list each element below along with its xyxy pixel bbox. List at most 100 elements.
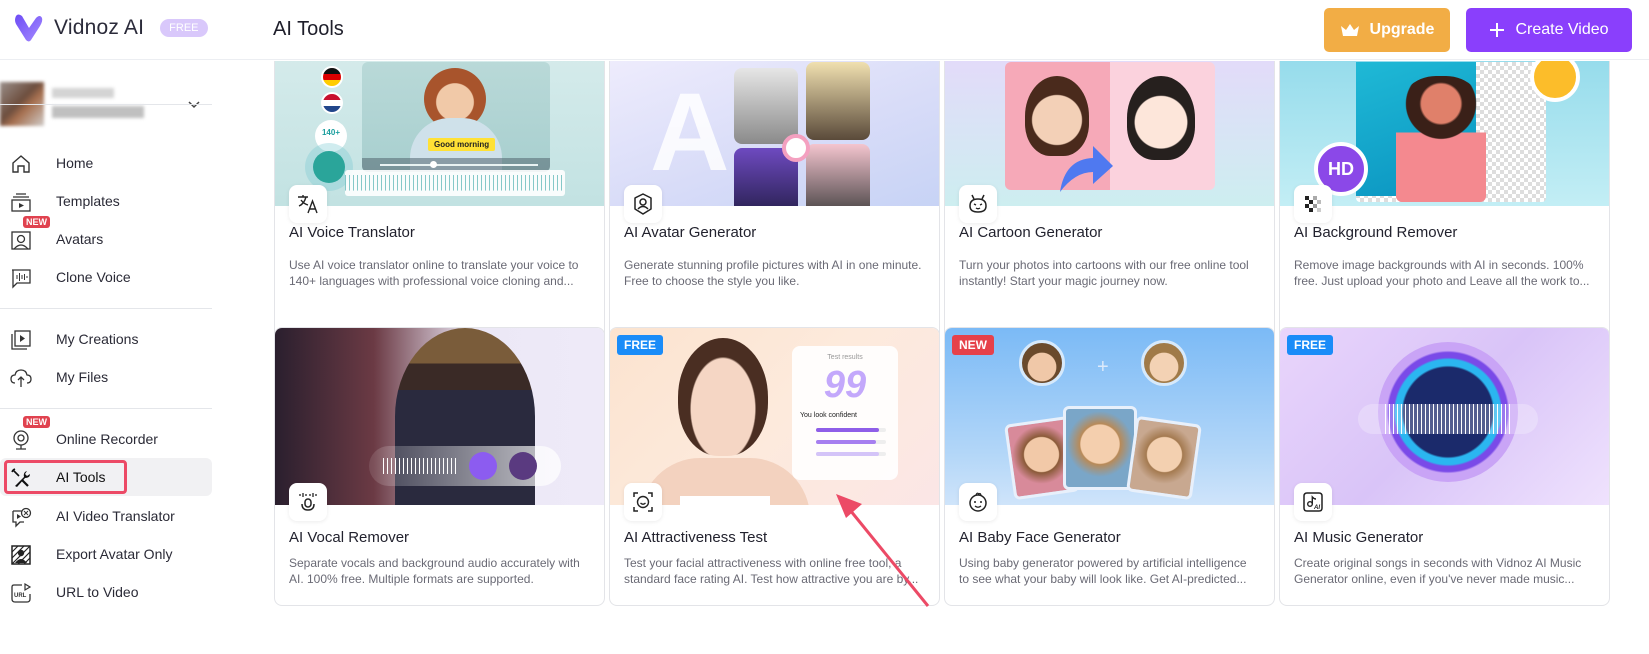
new-tag: NEW [952,335,994,355]
tool-thumbnail: HD [1280,61,1609,206]
create-video-button[interactable]: Create Video [1466,8,1632,52]
sidebar: Home Templates NEW Avatars Clone Voice M… [0,60,214,654]
tool-thumbnail [945,61,1274,206]
audio-waveform [1358,404,1538,434]
vidnoz-logo-icon [15,14,43,42]
sidebar-divider [0,408,212,409]
play-stack-icon [11,330,31,350]
music-off-icon [509,452,537,480]
refresh-icon [782,134,810,162]
tool-thumbnail: + [945,328,1274,505]
avatar-boy-image [806,62,870,140]
account-email-redacted [52,106,144,118]
tool-title: AI Attractiveness Test [624,529,768,546]
audio-waveform [383,458,457,474]
sidebar-divider [0,308,212,309]
tool-card-ai-baby-face-generator[interactable]: + NEW AI Baby Face Generator Using baby … [944,327,1275,606]
create-video-label: Create Video [1515,21,1609,38]
sidebar-item-label: URL to Video [56,584,139,600]
tool-card-ai-vocal-remover[interactable]: AI Vocal Remover Separate vocals and bac… [274,327,605,606]
tool-card-ai-background-remover[interactable]: HD AI Background Remover Remove image ba… [1279,61,1610,367]
crown-icon [1340,24,1359,36]
export-avatar-icon [11,545,31,565]
score-value: 99 [823,364,867,406]
tool-description: Create original songs in seconds with Vi… [1294,556,1582,586]
face-scan-icon [624,483,662,521]
tool-title: AI Baby Face Generator [959,529,1121,546]
sidebar-item-clone-voice[interactable]: Clone Voice [0,258,212,296]
translate-icon [289,185,327,223]
svg-text:AI: AI [1313,505,1320,511]
tools-grid: 140+ Good morning AI Voice Translator Us… [214,61,1649,654]
woman-face [678,338,768,456]
sidebar-item-url-to-video[interactable]: URL URL to Video [0,573,212,611]
tool-card-ai-cartoon-generator[interactable]: AI Cartoon Generator Turn your photos in… [944,61,1275,367]
tool-title: AI Background Remover [1294,224,1458,241]
sidebar-item-label: Online Recorder [56,431,158,447]
webcam-icon [13,430,29,450]
tool-card-ai-voice-translator[interactable]: 140+ Good morning AI Voice Translator Us… [274,61,605,367]
account-switcher[interactable] [0,80,212,132]
sidebar-item-label: Export Avatar Only [56,546,173,562]
mother-photo [1141,340,1187,386]
tools-icon [11,468,30,487]
tool-card-ai-avatar-generator[interactable]: A AI Avatar Generator Generate stunning … [609,61,940,367]
plan-badge: FREE [160,19,208,37]
sidebar-item-avatars[interactable]: NEW Avatars [0,216,212,258]
avatar-cat-ears-image [806,144,870,206]
tool-title: AI Voice Translator [289,224,415,241]
sidebar-item-my-files[interactable]: My Files [0,358,212,396]
sidebar-item-my-creations[interactable]: My Creations [0,320,212,358]
cloud-upload-icon [10,369,32,387]
sidebar-item-online-recorder[interactable]: NEW Online Recorder [0,416,212,458]
url-video-icon: URL [11,582,32,603]
sidebar-item-label: Avatars [56,231,104,247]
logo[interactable]: Vidnoz AI FREE [14,12,208,44]
dutch-flag-icon [321,92,343,114]
top-header: Vidnoz AI FREE AI Tools Upgrade Create V… [0,0,1649,60]
tool-card-ai-music-generator[interactable]: FREE AI AI Music Generator Create origin… [1279,327,1610,606]
microphone-icon [313,151,345,183]
sidebar-item-label: My Files [56,369,109,385]
tool-description: Remove image backgrounds with AI in seco… [1294,258,1590,288]
tool-title: AI Music Generator [1294,529,1424,546]
tool-description: Using baby generator powered by artifici… [959,556,1247,586]
robot-face-icon [959,185,997,223]
father-photo [1019,340,1065,386]
tool-thumbnail: A [610,61,939,206]
languages-count-badge: 140+ [315,120,347,152]
baby-photo-3 [1126,415,1202,501]
sidebar-item-label: Clone Voice [56,269,131,285]
results-label: Test results [827,354,863,361]
baby-face-icon [959,483,997,521]
sidebar-item-ai-video-translator[interactable]: AI Video Translator [0,497,212,535]
tool-description: Turn your photos into cartoons with our … [959,258,1249,288]
subtitle-caption: Good morning [428,138,496,151]
audio-separation-pill [369,446,561,486]
sidebar-item-home[interactable]: Home [0,144,212,182]
plus-icon: + [1097,356,1109,378]
account-name-redacted [52,88,114,98]
sidebar-item-export-avatar-only[interactable]: Export Avatar Only [0,535,212,573]
sidebar-item-label: AI Tools [56,469,106,485]
mic-wave-icon [289,483,327,521]
woman-with-headphones [1396,76,1486,202]
sidebar-item-label: Home [56,155,94,171]
transform-arrow-icon [1060,146,1113,192]
video-translate-icon [12,507,32,528]
sidebar-item-templates[interactable]: Templates [0,182,212,220]
sidebar-item-ai-tools[interactable]: AI Tools [0,458,212,496]
sidebar-item-label: My Creations [56,331,139,347]
avatar-icon [11,231,31,250]
svg-text:URL: URL [14,593,27,599]
app-name: Vidnoz AI [54,16,145,39]
upgrade-button[interactable]: Upgrade [1324,8,1450,52]
music-ai-icon: AI [1294,483,1332,521]
tool-card-ai-attractiveness-test[interactable]: Test results 99 You look confident FREE … [609,327,940,606]
test-results-panel: Test results 99 You look confident [792,346,898,480]
decorative-letter: A [650,71,730,194]
page-title: AI Tools [273,18,344,40]
white-top [680,496,770,505]
checker-icon [1294,185,1332,223]
tool-description: Test your facial attractiveness with onl… [624,556,919,586]
